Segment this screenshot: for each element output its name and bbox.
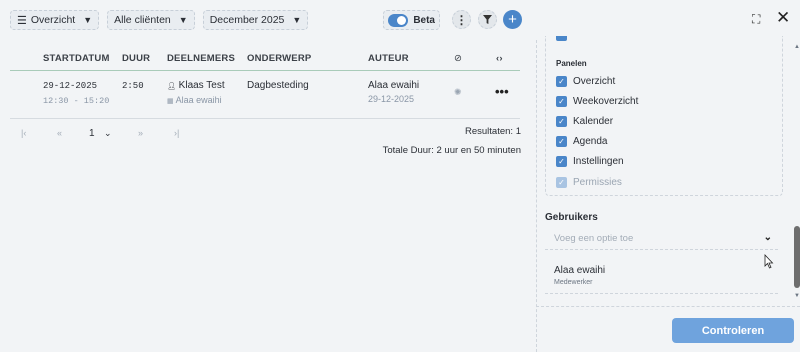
person-icon: 👤︎ (167, 83, 176, 90)
table-header: STARTDATUM DUUR DEELNEMERS ONDERWERP AUT… (10, 44, 520, 71)
panel-option-weekoverzicht[interactable]: ✓ Weekoverzicht (556, 96, 638, 107)
check-icon[interactable]: ✓ (556, 156, 567, 167)
check-icon[interactable]: ✓ (556, 96, 567, 107)
close-icon[interactable]: ✕ (776, 8, 790, 28)
filter-icon (483, 15, 492, 24)
participant-staff: ▦ Alaa ewaihi (167, 95, 222, 105)
panel-option-label: Agenda (573, 136, 608, 147)
author-name: Alaa ewaihi (368, 80, 420, 91)
last-page-icon[interactable]: ›| (174, 128, 179, 138)
clients-dropdown[interactable]: Alle cliënten ▼ (107, 10, 195, 30)
mouse-cursor-icon (764, 254, 774, 269)
column-header-participants[interactable]: DEELNEMERS (167, 53, 235, 64)
chevron-down-icon: ▼ (83, 15, 93, 25)
scrollbar-thumb[interactable] (794, 226, 800, 288)
chevron-down-icon: ▼ (178, 15, 188, 25)
panel-option-kalender[interactable]: ✓ Kalender (556, 116, 613, 127)
participant-client: 👤︎ Klaas Test (167, 80, 225, 91)
start-time: 12:30 - 15:20 (43, 96, 110, 106)
prev-page-icon[interactable]: « (57, 128, 62, 138)
column-header-author[interactable]: AUTEUR (368, 53, 409, 64)
panel-option-label: Overzicht (573, 76, 616, 87)
panel-option-label: Permissies (573, 177, 622, 188)
users-select[interactable]: Voeg een optie toe ⌄ (545, 228, 778, 250)
selected-user[interactable]: Alaa ewaihi Medewerker (545, 258, 778, 294)
view-dropdown-label: Overzicht (30, 14, 76, 26)
panel-option-label: Instellingen (573, 156, 624, 167)
panel-option-instellingen[interactable]: ✓ Instellingen (556, 156, 624, 167)
panel-option-label: Kalender (573, 116, 614, 127)
scroll-down-icon[interactable]: ▼ (794, 293, 800, 299)
beta-toggle[interactable]: Beta (383, 10, 440, 30)
table-row[interactable]: 29-12-2025 12:30 - 15:20 2:50 👤︎ Klaas T… (10, 71, 520, 119)
filter-button[interactable] (478, 10, 497, 29)
results-count: Resultaten: 1 (465, 126, 521, 137)
panel-option-permissies: ✓ Permissies (556, 177, 622, 188)
clients-dropdown-label: Alle cliënten (114, 14, 171, 26)
check-icon[interactable]: ✓ (556, 116, 567, 127)
check-icon: ✓ (556, 177, 567, 188)
code-icon[interactable]: ‹› (496, 53, 503, 64)
toggle-switch[interactable] (388, 13, 409, 27)
period-dropdown[interactable]: December 2025 ▼ (202, 10, 309, 30)
row-menu-icon[interactable]: ••• (495, 84, 509, 99)
panel-option-label: Weekoverzicht (573, 96, 639, 107)
first-page-icon[interactable]: |‹ (21, 128, 26, 138)
chevron-down-icon: ▼ (292, 15, 302, 25)
status-icon: ⊘ (454, 53, 463, 64)
chevron-down-icon[interactable]: ⌄ (764, 232, 772, 243)
results-value: 1 (515, 126, 521, 137)
scroll-up-icon[interactable]: ▲ (794, 44, 800, 50)
panel-option-agenda[interactable]: ✓ Agenda (556, 136, 607, 147)
checkbox-partial[interactable] (556, 36, 567, 41)
users-title: Gebruikers (545, 212, 598, 223)
toolbar: ☰ Overzicht ▼ Alle cliënten ▼ December 2… (10, 10, 309, 30)
loading-icon: ✺ (454, 87, 462, 97)
column-header-subject[interactable]: ONDERWERP (247, 53, 311, 64)
entries-table: STARTDATUM DUUR DEELNEMERS ONDERWERP AUT… (10, 44, 520, 119)
duration: 2:50 (122, 81, 144, 91)
start-date: 29-12-2025 (43, 81, 98, 91)
add-button[interactable]: + (503, 10, 522, 29)
period-dropdown-label: December 2025 (209, 14, 285, 26)
page-number[interactable]: 1 (89, 128, 95, 139)
check-icon[interactable]: ✓ (556, 76, 567, 87)
results-label: Resultaten: (465, 126, 514, 137)
subject: Dagbesteding (247, 80, 309, 91)
expand-icon[interactable]: ⛶ (752, 12, 760, 27)
view-dropdown[interactable]: ☰ Overzicht ▼ (10, 10, 100, 30)
users-select-placeholder: Voeg een optie toe (554, 233, 634, 244)
column-header-start[interactable]: STARTDATUM (43, 53, 110, 64)
check-icon[interactable]: ✓ (556, 136, 567, 147)
beta-label: Beta (413, 14, 435, 26)
panel-option-overzicht[interactable]: ✓ Overzicht (556, 76, 615, 87)
staff-name: Alaa ewaihi (175, 95, 222, 105)
list-icon: ☰ (17, 14, 27, 27)
footer-divider (536, 306, 800, 307)
column-header-duration[interactable]: DUUR (122, 53, 150, 64)
submit-button[interactable]: Controleren (672, 318, 794, 343)
user-role: Medewerker (554, 279, 593, 286)
panels-title: Panelen (556, 59, 587, 68)
more-options-button[interactable]: ⋮ (452, 10, 471, 29)
total-duration: Totale Duur: 2 uur en 50 minuten (382, 145, 521, 156)
plus-icon: + (508, 11, 517, 28)
chevron-down-icon[interactable]: ⌄ (104, 128, 112, 139)
user-name: Alaa ewaihi (554, 265, 606, 276)
building-icon: ▦ (167, 98, 174, 105)
client-name: Klaas Test (178, 80, 225, 91)
vertical-dots-icon: ⋮ (455, 12, 468, 27)
next-page-icon[interactable]: » (138, 128, 143, 138)
author-date: 29-12-2025 (368, 94, 415, 104)
